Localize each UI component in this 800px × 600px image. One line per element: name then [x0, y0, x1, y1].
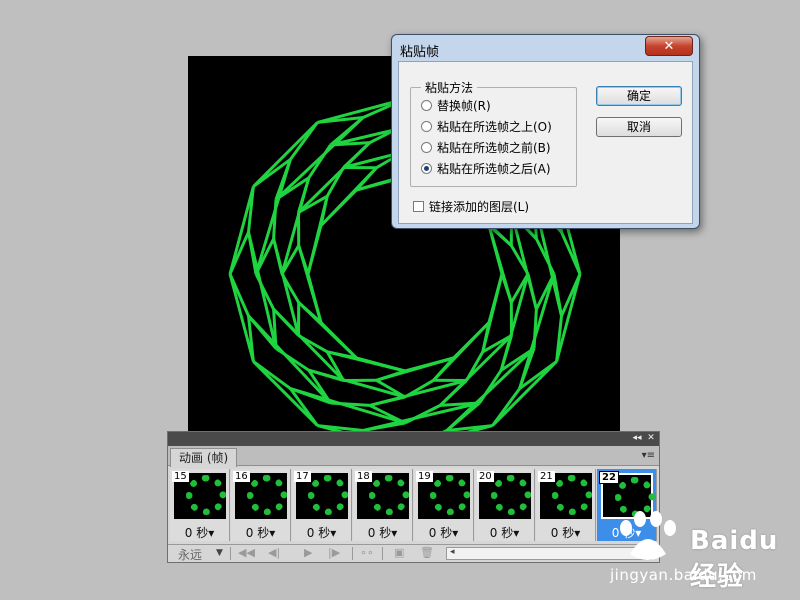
animation-frame[interactable]: 16 0 秒▾ — [231, 469, 291, 541]
tab-animation-frames[interactable]: 动画 (帧) — [170, 448, 238, 467]
scroll-left-icon[interactable]: ◂ — [450, 547, 455, 557]
previous-frame-icon[interactable]: ◀| — [268, 546, 280, 559]
animation-frame[interactable]: 21 0 秒▾ — [536, 469, 596, 541]
divider — [230, 547, 231, 560]
panel-titlebar: ◂◂ ✕ — [168, 432, 659, 446]
dialog-title: 粘贴帧 — [400, 45, 440, 60]
tween-icon[interactable]: ∘∘ — [360, 546, 374, 559]
frame-thumbnail-art — [552, 475, 592, 515]
tunnel-line — [330, 401, 370, 407]
frame-thumbnail-art — [491, 475, 531, 515]
divider — [382, 547, 383, 560]
frame-number: 17 — [294, 471, 311, 482]
close-panel-icon[interactable]: ✕ — [645, 433, 657, 444]
ok-button[interactable]: 确定 — [596, 86, 682, 106]
panel-menu-icon[interactable]: ▾≡ — [642, 450, 655, 461]
tunnel-line — [289, 121, 319, 161]
tunnel-line — [252, 360, 292, 390]
trash-icon[interactable]: 🗑 — [420, 546, 434, 559]
new-frame-icon[interactable]: ▣ — [394, 546, 404, 559]
tunnel-line — [297, 245, 310, 275]
frame-number: 22 — [599, 471, 619, 484]
link-layers-label: 链接添加的图层(L) — [429, 200, 530, 214]
frame-number: 19 — [416, 471, 433, 482]
chevron-down-icon[interactable]: ▼ — [216, 548, 223, 558]
frame-delay-select[interactable]: 0 秒▾ — [353, 524, 412, 541]
tunnel-line — [272, 238, 284, 275]
radio-paste-over[interactable] — [421, 121, 432, 132]
animation-frame[interactable]: 19 0 秒▾ — [414, 469, 474, 541]
loop-options-select[interactable]: 永远 — [178, 546, 202, 563]
frame-delay-select[interactable]: 0 秒▾ — [231, 524, 290, 541]
baidu-jingyan-watermark: Baidu经验 jingyan.baidu.com — [610, 510, 800, 600]
frame-delay-select[interactable]: 0 秒▾ — [170, 524, 229, 541]
next-frame-icon[interactable]: |▶ — [328, 546, 340, 559]
frame-number: 15 — [172, 471, 189, 482]
close-icon: ✕ — [663, 39, 675, 54]
tunnel-line — [526, 273, 538, 310]
frame-thumbnail-art — [430, 475, 470, 515]
collapse-panel-icon[interactable]: ◂◂ — [631, 433, 643, 444]
frame-number: 20 — [477, 471, 494, 482]
animation-panel: ◂◂ ✕ 动画 (帧) ▾≡ 15 0 秒▾ 16 0 秒▾ 17 0 秒▾ 18 0 秒▾ 1… — [167, 431, 660, 563]
tunnel-line — [532, 309, 538, 349]
play-icon[interactable]: ▶ — [304, 546, 312, 559]
frame-delay-select[interactable]: 0 秒▾ — [536, 524, 595, 541]
frame-delay-select[interactable]: 0 秒▾ — [292, 524, 351, 541]
divider — [352, 547, 353, 560]
frame-delay-select[interactable]: 0 秒▾ — [414, 524, 473, 541]
watermark-url: jingyan.baidu.com — [610, 566, 757, 584]
frame-thumbnail-art — [369, 475, 409, 515]
tunnel-line — [478, 369, 503, 404]
paw-logo-icon — [620, 511, 676, 560]
paste-method-group: 粘贴方法 替换帧(R) 粘贴在所选帧之上(O) 粘贴在所选帧之前(B) 粘贴在所… — [410, 79, 577, 187]
animation-frame[interactable]: 20 0 秒▾ — [475, 469, 535, 541]
frame-number: 16 — [233, 471, 250, 482]
animation-frame[interactable]: 15 0 秒▾ — [170, 469, 230, 541]
paste-method-legend: 粘贴方法 — [421, 79, 478, 96]
tunnel-line — [491, 387, 521, 427]
link-layers-checkbox[interactable] — [413, 201, 424, 212]
animation-frame[interactable]: 17 0 秒▾ — [292, 469, 352, 541]
option-label: 粘贴在所选帧之上(O) — [437, 120, 552, 134]
cancel-button[interactable]: 取消 — [596, 117, 682, 137]
tunnel-line — [275, 347, 310, 372]
tunnel-line — [272, 199, 278, 239]
option-label: 粘贴在所选帧之前(B) — [437, 141, 551, 155]
radio-paste-before[interactable] — [421, 142, 432, 153]
close-dialog-button[interactable]: ✕ — [645, 36, 693, 56]
frame-delay-select[interactable]: 0 秒▾ — [475, 524, 534, 541]
tunnel-line — [500, 273, 513, 303]
option-label: 替换帧(R) — [437, 99, 491, 113]
frame-strip: 15 0 秒▾ 16 0 秒▾ 17 0 秒▾ 18 0 秒▾ 19 0 秒▾ 20 0 秒▾ 21 0 … — [170, 469, 657, 543]
frame-number: 18 — [355, 471, 372, 482]
frame-thumbnail-art — [308, 475, 348, 515]
panel-tabbar: 动画 (帧) ▾≡ — [168, 446, 659, 467]
first-frame-icon[interactable]: ◀◀ — [238, 546, 255, 559]
tunnel-line — [369, 395, 406, 407]
paste-frames-dialog: 粘贴帧 ✕ 粘贴方法 替换帧(R) 粘贴在所选帧之上(O) 粘贴在所选帧之前(B… — [391, 34, 700, 229]
frame-thumbnail-art — [247, 475, 287, 515]
tunnel-line — [376, 369, 406, 382]
frame-thumbnail-art — [186, 475, 226, 515]
dialog-body: 粘贴方法 替换帧(R) 粘贴在所选帧之上(O) 粘贴在所选帧之前(B) 粘贴在所… — [398, 61, 693, 224]
radio-paste-after[interactable] — [421, 163, 432, 174]
option-label: 粘贴在所选帧之后(A) — [437, 162, 551, 176]
frame-number: 21 — [538, 471, 555, 482]
animation-frame[interactable]: 18 0 秒▾ — [353, 469, 413, 541]
tunnel-line — [307, 144, 332, 179]
animation-controls: 永远 ▼ ◀◀ ◀| ▶ |▶ ∘∘ ▣ 🗑 ◂ — [168, 544, 659, 562]
radio-replace[interactable] — [421, 100, 432, 111]
